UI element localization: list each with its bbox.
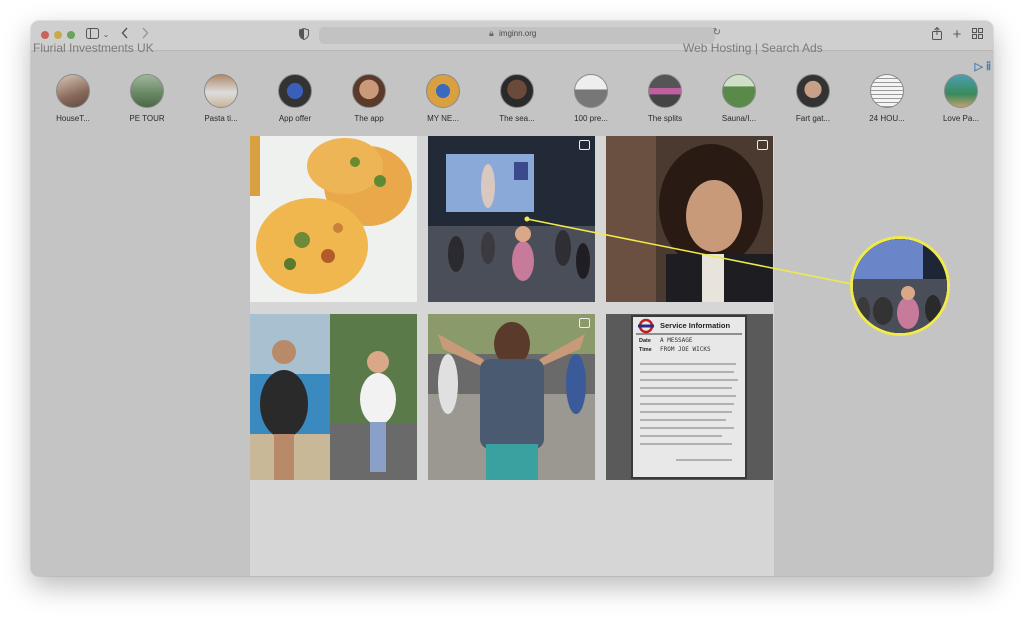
site-banner-right: Web Hosting | Search Ads: [683, 41, 823, 55]
highlight-item[interactable]: MY NE...: [413, 74, 473, 123]
highlight-thumbnail: [56, 74, 90, 108]
service-board-date-value: A MESSAGE: [660, 337, 693, 344]
post-thumbnail-before-after[interactable]: [250, 314, 417, 480]
post-thumbnail-arms-raised[interactable]: [428, 314, 595, 480]
post-thumbnail-egg-muffins[interactable]: [250, 136, 417, 302]
site-banner-left: Flurial Investments UK: [33, 41, 154, 55]
highlight-thumbnail: [648, 74, 682, 108]
highlight-item[interactable]: Love Pa...: [931, 74, 991, 123]
service-board-header: Service Information: [660, 321, 731, 330]
reload-icon[interactable]: ↻: [713, 27, 721, 38]
highlight-label: 100 pre...: [574, 114, 608, 123]
post-grid: Service Information Date Time A MESSAGE …: [250, 136, 774, 576]
egg-muffins-image: [250, 136, 417, 302]
lock-icon: 🔒︎: [489, 28, 494, 38]
highlight-label: The app: [354, 114, 384, 123]
highlight-thumbnail: [870, 74, 904, 108]
highlight-label: MY NE...: [427, 114, 459, 123]
browser-window: ⌄ 🔒︎ imginn.org ↻ + Flurial Investments …: [31, 21, 993, 576]
before-after-image: [250, 314, 417, 480]
new-tab-icon[interactable]: +: [951, 27, 963, 43]
highlight-thumbnail: [796, 74, 830, 108]
zoom-window-button[interactable]: [67, 31, 75, 39]
close-window-button[interactable]: [41, 31, 49, 39]
highlight-label: Sauna/I...: [721, 114, 757, 123]
address-bar[interactable]: 🔒︎ imginn.org ↻: [319, 27, 721, 44]
highlight-item[interactable]: HouseT...: [43, 74, 103, 123]
highlight-thumbnail: [426, 74, 460, 108]
highlight-label: App offer: [278, 114, 312, 123]
minimize-window-button[interactable]: [54, 31, 62, 39]
post-thumbnail-service-board[interactable]: Service Information Date Time A MESSAGE …: [606, 314, 773, 480]
share-icon[interactable]: [931, 26, 943, 43]
highlight-thumbnail: [278, 74, 312, 108]
highlight-item[interactable]: 100 pre...: [561, 74, 621, 123]
reel-icon: [579, 140, 590, 150]
privacy-shield-icon[interactable]: [299, 28, 309, 40]
highlight-label: Love Pa...: [942, 114, 980, 123]
highlight-item[interactable]: The app: [339, 74, 399, 123]
reel-icon: [579, 318, 590, 328]
post-thumbnail-live-workout[interactable]: [428, 136, 595, 302]
highlight-item[interactable]: The sea...: [487, 74, 547, 123]
highlight-thumbnail: [352, 74, 386, 108]
service-board-time-label: Time: [639, 347, 652, 353]
highlight-thumbnail: [130, 74, 164, 108]
service-board-date-label: Date: [639, 338, 651, 344]
magnified-workout-image: [853, 239, 947, 333]
man-portrait-image: [606, 136, 773, 302]
arms-raised-image: [428, 314, 595, 480]
highlight-label: PE TOUR: [129, 114, 165, 123]
highlight-item[interactable]: 24 HOU...: [857, 74, 917, 123]
highlight-label: Pasta ti...: [204, 114, 238, 123]
post-thumbnail-man-portrait[interactable]: [606, 136, 773, 302]
highlight-label: The sea...: [499, 114, 535, 123]
highlight-thumbnail: [944, 74, 978, 108]
highlight-item[interactable]: The splits: [635, 74, 695, 123]
reel-icon: [757, 140, 768, 150]
highlight-item[interactable]: Fart gat...: [783, 74, 843, 123]
highlight-item[interactable]: PE TOUR: [117, 74, 177, 123]
highlight-item[interactable]: Pasta ti...: [191, 74, 251, 123]
live-workout-image: [428, 136, 595, 302]
browser-toolbar: ⌄ 🔒︎ imginn.org ↻ +: [31, 21, 993, 51]
tab-overview-icon[interactable]: [971, 27, 983, 43]
highlight-item[interactable]: App offer: [265, 74, 325, 123]
address-bar-url: imginn.org: [499, 29, 537, 38]
highlight-label: The splits: [647, 114, 683, 123]
highlight-item[interactable]: Sauna/I...: [709, 74, 769, 123]
highlight-thumbnail: [722, 74, 756, 108]
service-board-time-value: FROM JOE WICKS: [660, 346, 711, 353]
highlight-thumbnail: [500, 74, 534, 108]
story-highlights-bar: HouseT... PE TOUR Pasta ti... App offer …: [43, 74, 993, 126]
highlight-label: 24 HOU...: [869, 114, 905, 123]
web-page: Flurial Investments UK Web Hosting | Sea…: [31, 41, 993, 576]
highlight-thumbnail: [574, 74, 608, 108]
ad-choices-icon[interactable]: ▷ ⅱ: [974, 60, 991, 73]
highlight-label: Fart gat...: [795, 114, 831, 123]
highlight-thumbnail: [204, 74, 238, 108]
magnified-callout: [850, 236, 950, 336]
reel-icon: [401, 140, 412, 150]
highlight-label: HouseT...: [56, 114, 90, 123]
